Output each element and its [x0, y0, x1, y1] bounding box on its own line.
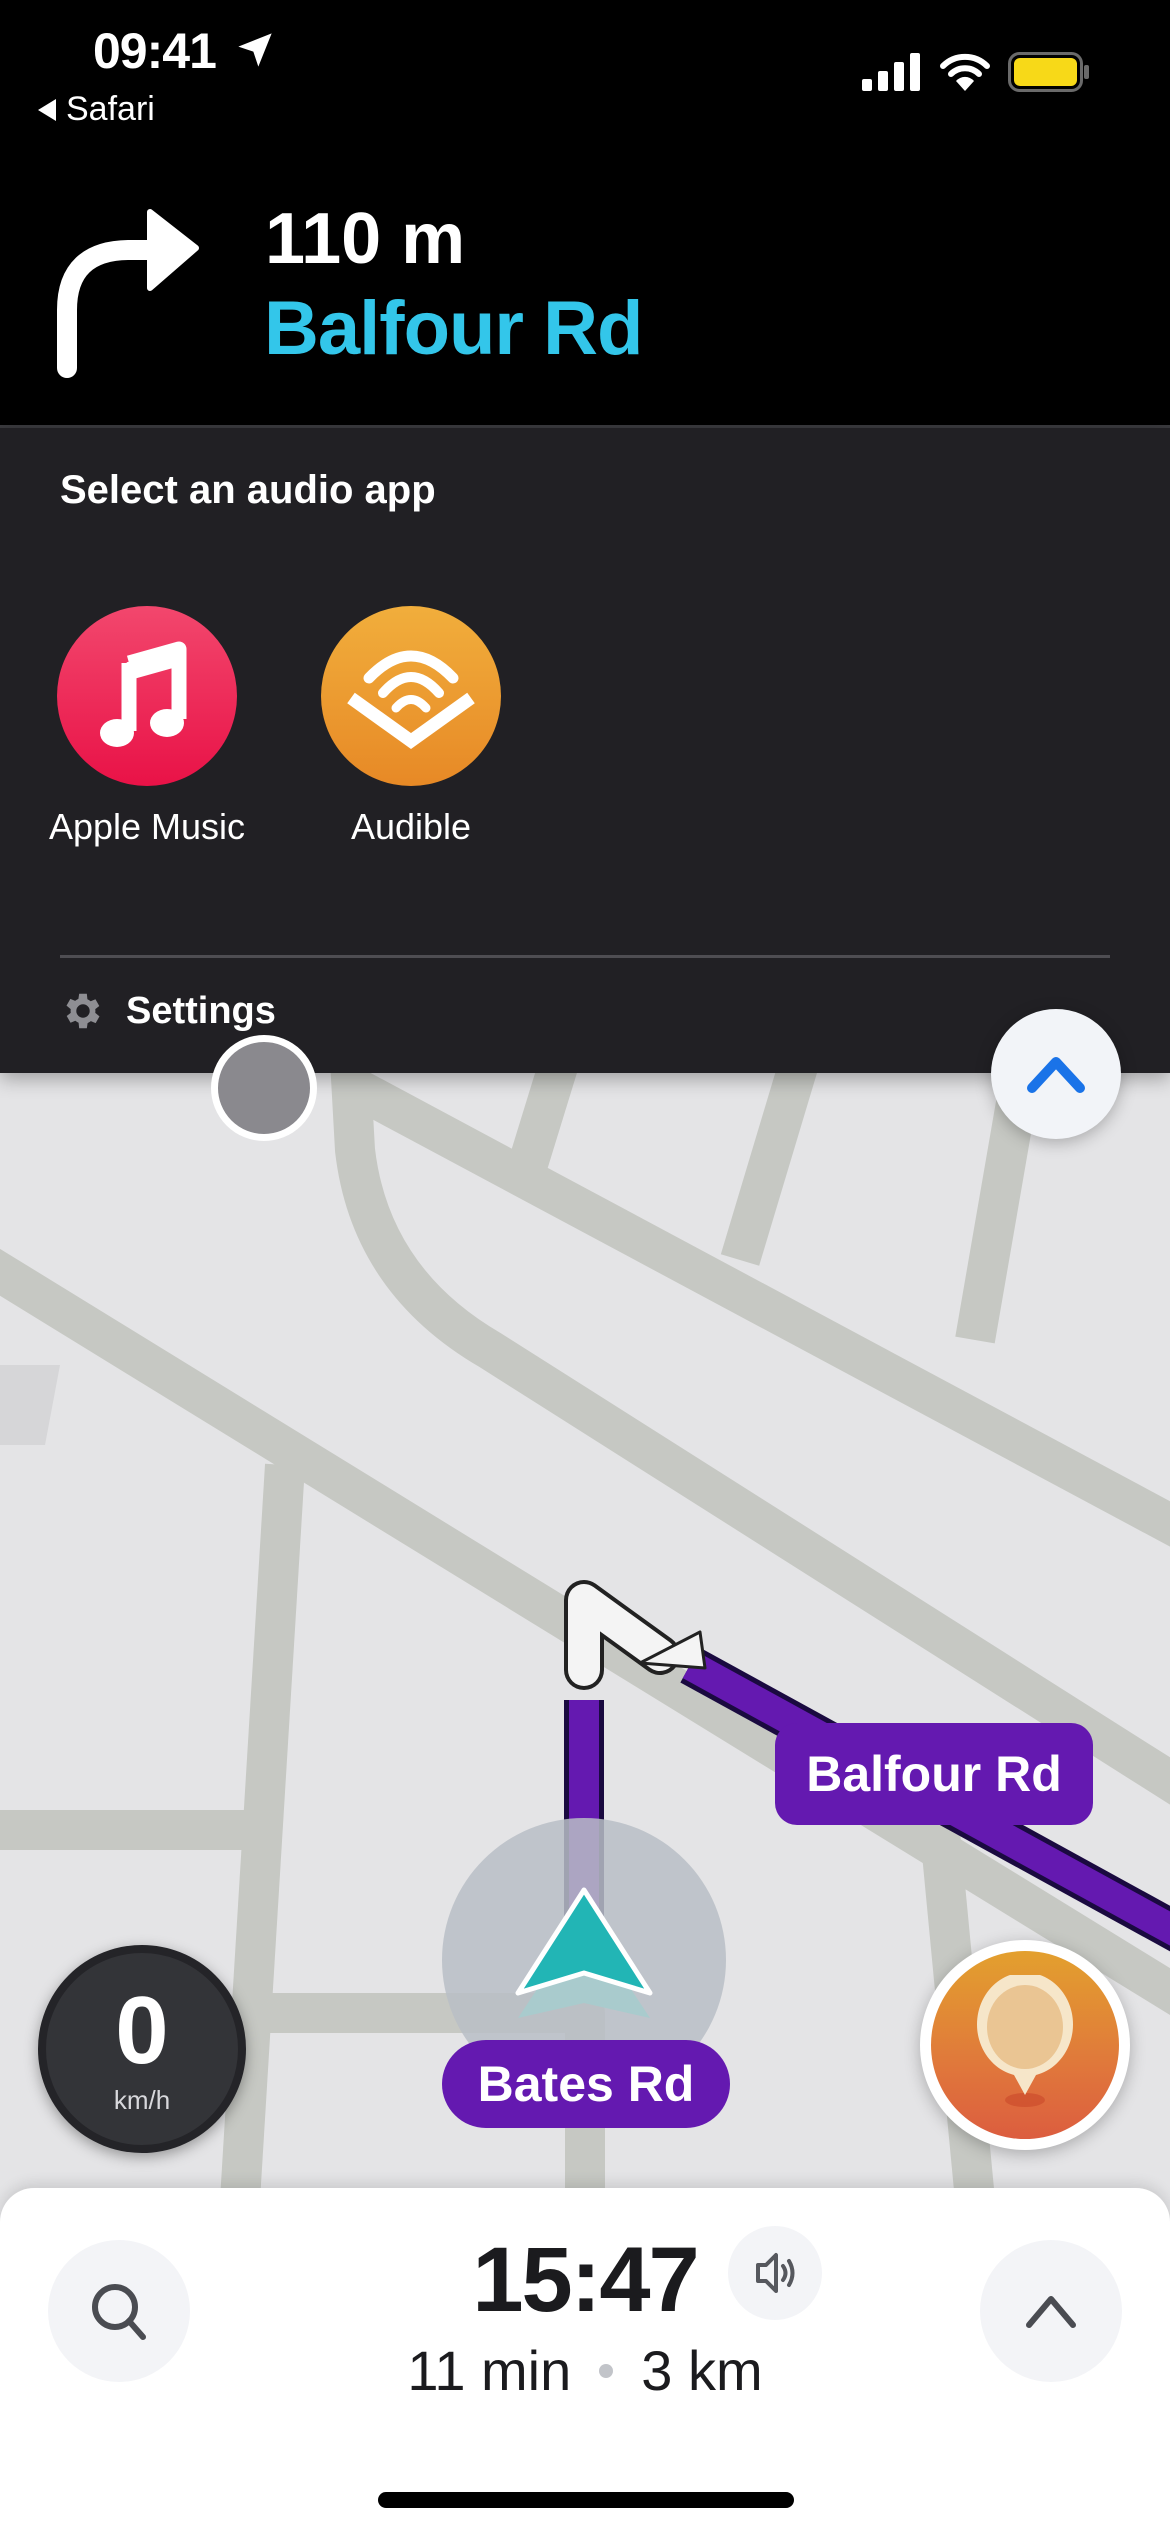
road	[720, 1070, 818, 1266]
report-pin-icon	[977, 1975, 1073, 2107]
speed-unit: km/h	[113, 2085, 171, 2115]
apple-music-label: Apple Music	[48, 806, 246, 847]
apple-music-button[interactable]: Apple Music	[37, 606, 257, 848]
drag-handle[interactable]	[211, 1035, 317, 1141]
location-arrow-icon	[238, 33, 272, 67]
report-button-inner	[931, 1951, 1119, 2139]
chevron-up-icon	[1027, 1057, 1085, 1093]
maneuver-distance: 110 m	[265, 199, 466, 279]
back-to-safari[interactable]: Safari	[38, 90, 155, 129]
settings-button[interactable]: Settings	[60, 988, 276, 1034]
back-triangle-icon	[38, 98, 56, 121]
trip-bottom-bar: 15:47 11 min 3 km	[0, 2188, 1170, 2428]
report-button[interactable]	[920, 1940, 1130, 2150]
home-indicator[interactable]	[378, 2492, 794, 2508]
road-label-balfour[interactable]: Balfour Rd	[775, 1723, 1093, 1825]
trip-distance: 3 km	[641, 2339, 763, 2402]
audible-icon	[347, 650, 475, 749]
status-time: 09:41	[93, 22, 275, 80]
audio-panel-title: Select an audio app	[60, 468, 436, 512]
audio-app-panel: Select an audio app Apple Music Audible	[0, 428, 1170, 1073]
road-label-bates[interactable]: Bates Rd	[442, 2040, 730, 2128]
collapse-panel-button[interactable]	[991, 1009, 1121, 1139]
cellular-signal-icon	[862, 53, 920, 91]
wifi-icon	[940, 53, 990, 91]
chevron-up-icon	[1026, 2296, 1076, 2328]
turn-right-icon	[57, 209, 199, 378]
speedometer[interactable]: 0 km/h	[38, 1945, 246, 2153]
status-icons	[862, 52, 1090, 92]
audible-button[interactable]: Audible	[301, 606, 521, 848]
apple-music-icon	[57, 606, 237, 786]
navigation-header: 09:41 Safari 110 m Balfour Rd	[0, 0, 1170, 427]
expand-trip-button[interactable]	[980, 2240, 1122, 2382]
map-turn-arrow-icon	[564, 1580, 707, 1690]
speaker-icon	[756, 2253, 795, 2293]
panel-divider	[60, 955, 1110, 958]
audible-label: Audible	[350, 806, 472, 847]
separator-dot	[599, 2363, 614, 2378]
battery-icon	[1008, 52, 1089, 92]
gear-icon	[66, 993, 100, 1029]
map-block	[0, 1365, 60, 1445]
maneuver-street: Balfour Rd	[264, 286, 643, 371]
settings-label: Settings	[126, 989, 276, 1032]
speed-value: 0	[115, 1977, 169, 2084]
music-note-icon	[100, 641, 187, 747]
trip-duration: 11 min	[407, 2339, 572, 2402]
audible-app-icon	[321, 606, 501, 786]
bottom-safe-area	[0, 2428, 1170, 2532]
sound-button[interactable]	[728, 2226, 822, 2320]
